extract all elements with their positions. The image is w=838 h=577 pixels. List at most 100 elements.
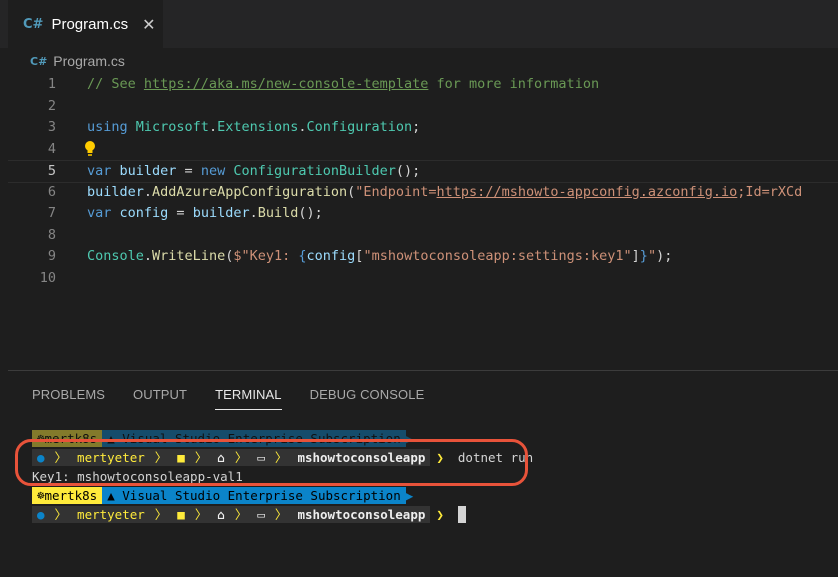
code-line[interactable]: 6 builder.AddAzureAppConfiguration("Endpo… <box>8 182 838 203</box>
line-number: 9 <box>47 248 56 264</box>
line-number: 3 <box>47 119 56 135</box>
code-token: AddAzureAppConfiguration <box>152 183 348 200</box>
code-token: (); <box>298 205 323 221</box>
tab-problems[interactable]: PROBLEMS <box>32 387 105 409</box>
code-text: var config = builder.Build(); <box>87 203 323 224</box>
code-token: WriteLine <box>152 248 226 264</box>
code-line[interactable]: 8 <box>8 225 838 246</box>
code-text: // See https://aka.ms/new-console-templa… <box>87 74 599 95</box>
prompt-directory: mshowtoconsoleapp <box>292 506 431 523</box>
code-token: $"Key1: <box>233 248 299 264</box>
line-number: 10 <box>39 269 56 286</box>
tab-terminal[interactable]: TERMINAL <box>215 387 282 410</box>
lightbulb-icon[interactable] <box>83 140 97 158</box>
code-token: = <box>176 163 201 179</box>
breadcrumb[interactable]: C# Program.cs <box>30 51 125 71</box>
code-token: https://mshowto-appconfig.azconfig.io <box>436 183 738 200</box>
terminal-prompt-header: ☸ mertk8s ▲ Visual Studio Enterprise Subsc… <box>32 486 533 505</box>
terminal-prompt-line-2: ● 〉 mertyeter 〉 ■ 〉 ⌂ 〉 ▭ 〉 mshowtoconsoleapp ❯ <box>32 505 533 524</box>
chevron-icon: 〉 <box>229 506 253 523</box>
code-token: . <box>298 119 307 135</box>
code-line[interactable]: 1 // See https://aka.ms/new-console-templ… <box>8 74 838 95</box>
code-token: (); <box>395 163 421 179</box>
prompt-user: mertyeter <box>72 506 150 523</box>
code-token: var <box>87 205 120 221</box>
code-token: . <box>143 183 153 200</box>
azure-icon: ▲ <box>107 488 123 503</box>
home-icon: ⌂ <box>212 506 230 523</box>
code-token: config <box>306 248 356 264</box>
code-text: builder.AddAzureAppConfiguration("Endpoi… <box>87 182 802 203</box>
tab-program-cs[interactable]: C# Program.cs ✕ <box>8 0 163 48</box>
code-token: new <box>200 163 234 179</box>
k8s-segment: ☸ mertk8s <box>32 487 103 504</box>
line-number: 7 <box>47 205 56 221</box>
code-token: var <box>87 163 120 179</box>
code-token: builder <box>119 163 177 179</box>
segment-arrow: ▶ <box>405 488 414 503</box>
code-token: "mshowtoconsoleapp:settings:key1" <box>363 248 632 264</box>
code-token: ); <box>656 248 673 264</box>
code-token: builder <box>87 183 144 200</box>
editor-tab-bar: C# Program.cs ✕ <box>0 0 838 48</box>
code-token: ;Id=rXCd <box>737 183 803 200</box>
breadcrumb-label: Program.cs <box>53 53 125 69</box>
helm-wheel-icon: ☸ <box>37 488 45 503</box>
code-line[interactable]: 5 var builder = new ConfigurationBuilder(… <box>8 160 838 183</box>
azure-segment: ▲ Visual Studio Enterprise Subscription <box>102 487 406 504</box>
code-token: Microsoft <box>135 119 209 135</box>
code-token: = <box>168 205 193 221</box>
code-token: ; <box>412 119 421 135</box>
azure-subscription: Visual Studio Enterprise Subscription <box>122 488 401 503</box>
code-line[interactable]: 3 using Microsoft.Extensions.Configuratio… <box>8 117 838 138</box>
code-line[interactable]: 2 <box>8 96 838 117</box>
csharp-file-icon: C# <box>30 54 48 68</box>
annotation-highlight <box>15 439 528 486</box>
code-token: for more information <box>428 76 600 92</box>
code-text: using Microsoft.Extensions.Configuration… <box>87 117 420 138</box>
chevron-icon: 〉 <box>49 506 73 523</box>
chevron-icon: 〉 <box>189 506 213 523</box>
code-token: } <box>639 248 648 264</box>
tab-output[interactable]: OUTPUT <box>133 387 187 409</box>
code-text: Console.WriteLine($"Key1: {config["mshow… <box>87 246 672 267</box>
code-line[interactable]: 7 var config = builder.Build(); <box>8 203 838 224</box>
tab-label: Program.cs <box>51 15 129 33</box>
code-token: { <box>298 248 307 264</box>
code-token: "Endpoint= <box>355 183 437 200</box>
line-number: 8 <box>47 226 56 243</box>
code-line[interactable]: 9 Console.WriteLine($"Key1: {config["msho… <box>8 246 838 267</box>
code-token: builder <box>192 205 250 221</box>
line-number: 2 <box>47 97 56 114</box>
line-number: 6 <box>47 183 56 200</box>
code-token: using <box>87 119 136 135</box>
code-token: " <box>647 248 657 264</box>
code-line[interactable]: 10 <box>8 268 838 289</box>
code-token: . <box>249 205 258 221</box>
code-token: config <box>119 205 169 221</box>
code-token: // See <box>87 76 144 92</box>
folder-open-icon: ▭ <box>252 506 270 523</box>
code-token: Build <box>257 205 299 221</box>
chevron-icon: 〉 <box>149 506 173 523</box>
close-icon[interactable]: ✕ <box>142 15 155 34</box>
line-number: 4 <box>47 140 56 157</box>
line-number: 5 <box>47 163 56 179</box>
code-token: . <box>208 119 218 135</box>
code-token: Configuration <box>306 119 413 135</box>
code-token: https://aka.ms/new-console-template <box>143 76 429 92</box>
terminal-cursor <box>457 506 466 523</box>
apple-icon: ● <box>32 506 50 523</box>
code-editor[interactable]: 1 // See https://aka.ms/new-console-templ… <box>8 73 838 369</box>
code-token: ] <box>631 248 640 264</box>
code-token: ConfigurationBuilder <box>233 163 396 179</box>
code-token: Console <box>87 248 144 264</box>
csharp-file-icon: C# <box>23 16 44 32</box>
folder-icon: ■ <box>172 506 190 523</box>
code-token: Extensions <box>217 119 299 135</box>
code-text: var builder = new ConfigurationBuilder()… <box>87 161 420 182</box>
panel-tabs: PROBLEMS OUTPUT TERMINAL DEBUG CONSOLE <box>32 387 452 410</box>
code-line[interactable]: 4 <box>8 139 838 160</box>
tab-debug-console[interactable]: DEBUG CONSOLE <box>310 387 425 409</box>
line-number: 1 <box>47 76 56 92</box>
